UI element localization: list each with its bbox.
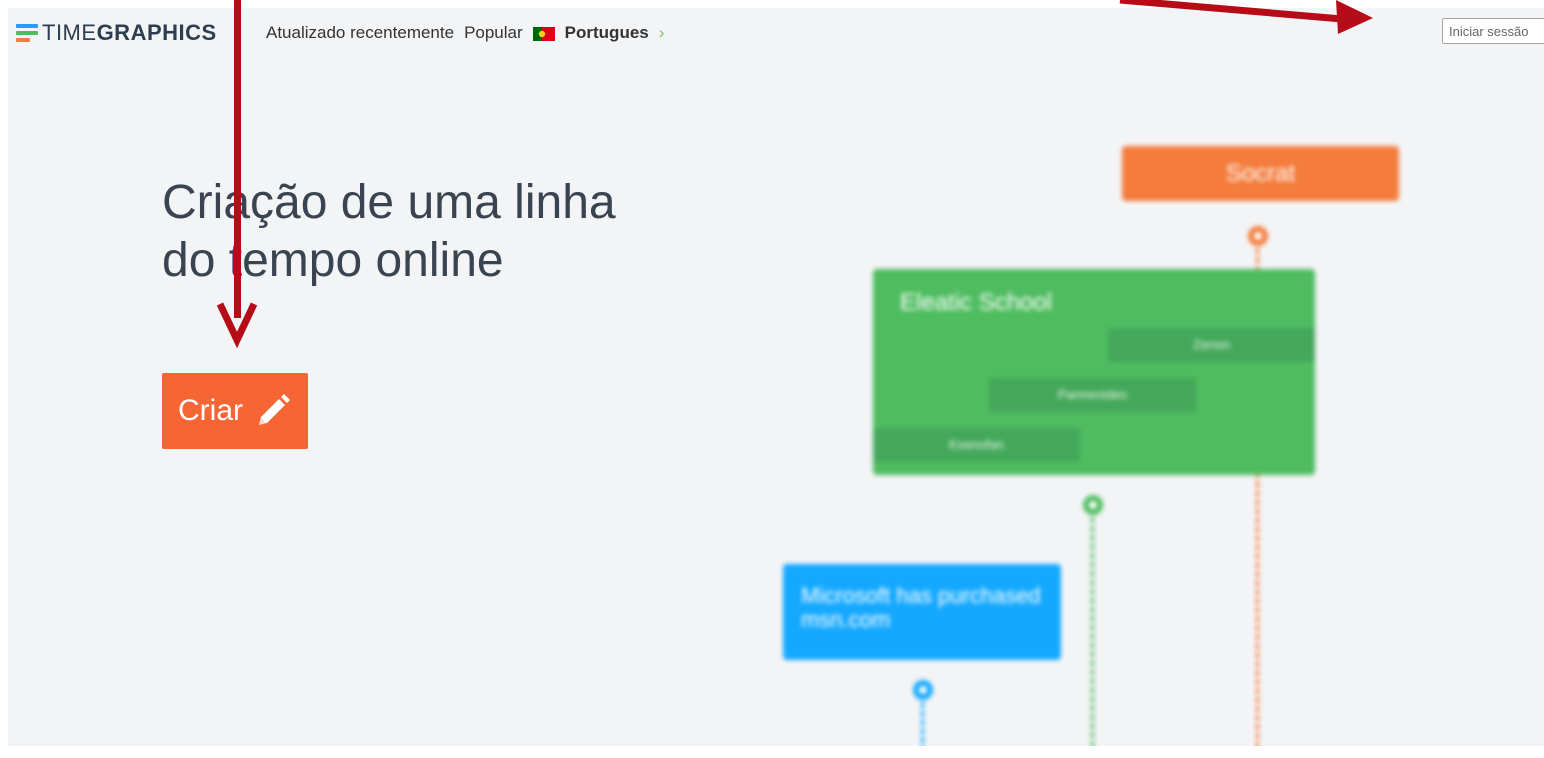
main-nav: Atualizado recentemente Popular Portugue… <box>266 23 674 43</box>
timeline-event-socrat: Socrat <box>1122 146 1399 201</box>
nav-popular[interactable]: Popular <box>464 23 523 43</box>
timeline-subevent-zenon: Zenon <box>1108 328 1315 362</box>
create-button-label: Criar <box>178 394 243 427</box>
timegraphics-logo[interactable]: TIMEGRAPHICS <box>16 22 217 44</box>
timeline-marker <box>913 680 933 700</box>
logo-text: TIMEGRAPHICS <box>42 20 217 45</box>
timeline-stem <box>1091 517 1094 746</box>
pencil-icon <box>259 394 290 425</box>
timeline-subevent-ksenofan: Ksenofan <box>873 428 1080 462</box>
nav-recently-updated[interactable]: Atualizado recentemente <box>266 23 454 43</box>
page-title-line1: Criação de uma linha <box>162 176 616 229</box>
timeline-marker <box>1083 495 1103 515</box>
timeline-subevent-parmenides: Parmenides <box>989 378 1196 412</box>
create-button[interactable]: Criar <box>162 373 308 449</box>
page-title-line2: do tempo online <box>162 234 504 287</box>
login-input[interactable]: Iniciar sessão <box>1442 18 1544 44</box>
logo-mark-icon <box>16 23 38 43</box>
top-navigation-bar: TIMEGRAPHICS Atualizado recentemente Pop… <box>8 8 1544 54</box>
timeline-event-title: Microsoft has purchased msn.com <box>801 583 1041 632</box>
page-title: Criação de uma linha do tempo online <box>162 174 682 290</box>
timeline-event-microsoft: Microsoft has purchased msn.com <box>783 564 1061 660</box>
language-selector[interactable]: Portugues <box>565 23 649 43</box>
page-viewport: Socrat Eleatic School Zenon Parmenides K… <box>8 8 1544 746</box>
timeline-marker <box>1248 226 1268 246</box>
chevron-right-icon[interactable]: › <box>659 23 665 43</box>
timeline-event-title: Socrat <box>1225 160 1296 187</box>
timeline-stem <box>921 702 924 746</box>
timeline-event-title: Eleatic School <box>900 289 1053 316</box>
portugal-flag-icon <box>532 26 555 41</box>
